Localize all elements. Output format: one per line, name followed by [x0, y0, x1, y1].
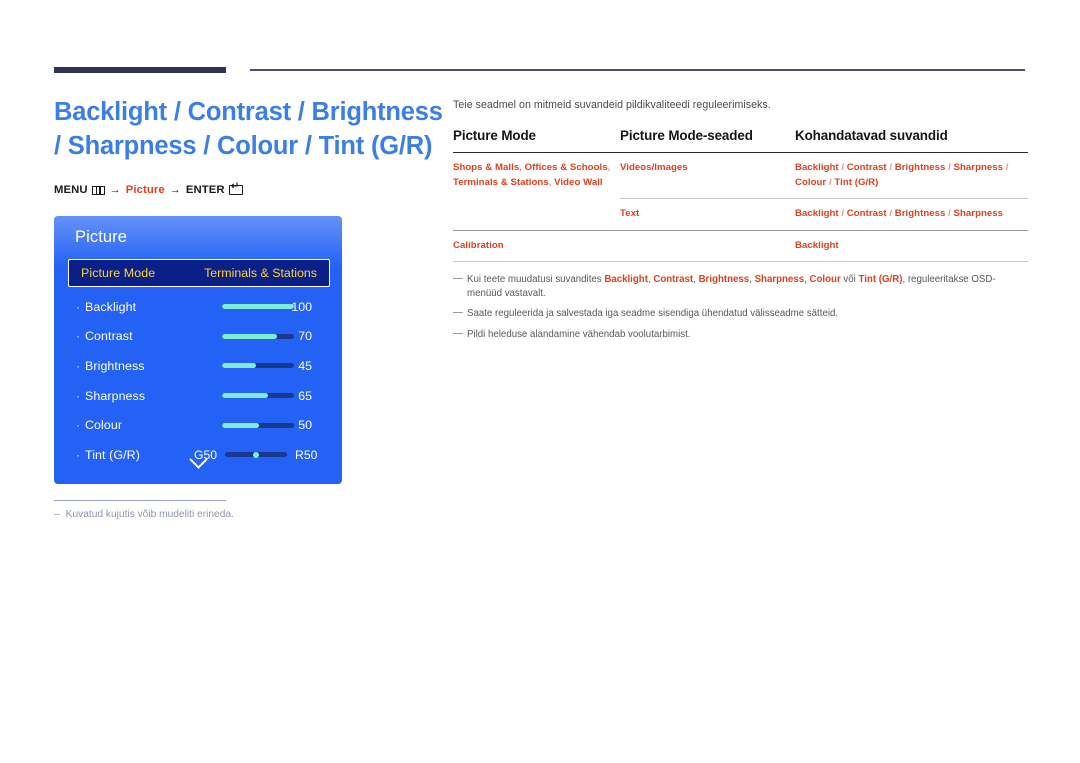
osd-item-sharpness-value: 65: [298, 388, 312, 403]
notes-list: — Kui teete muudatusi suvandites Backlig…: [453, 273, 1028, 341]
cell-adjustables: Backlight / Contrast / Brightness / Shar…: [795, 198, 1028, 230]
note-term: Contrast: [653, 274, 694, 285]
slider-fill: [222, 393, 269, 399]
bullet-icon: ·: [76, 329, 80, 344]
page-title: Backlight / Contrast / Brightness / Shar…: [54, 98, 443, 160]
left-note-text: Kuvatud kujutis võib mudeliti erineda.: [65, 509, 234, 520]
bullet-icon: ·: [76, 358, 80, 373]
osd-item-sharpness-label: Sharpness: [85, 388, 146, 403]
osd-item-picture-mode[interactable]: Picture Mode Terminals & Stations: [68, 259, 330, 287]
cell-modes-group: [453, 199, 620, 231]
cell-adjustables: Backlight: [795, 229, 1028, 262]
osd-item-backlight-value: 100: [291, 299, 312, 314]
slider-fill: [222, 333, 277, 339]
cell-modes-group: Shops & Malls, Offices & Schools, Termin…: [453, 162, 611, 188]
osd-scroll-more[interactable]: [54, 450, 342, 474]
osd-item-brightness-value: 45: [298, 358, 312, 373]
cell-adjustables: Backlight / Contrast / Brightness / Shar…: [795, 162, 1009, 188]
table-row: Shops & Malls, Offices & Schools, Termin…: [453, 153, 1028, 199]
osd-title: Picture: [75, 228, 128, 246]
note-dash: –: [54, 509, 60, 520]
page-root: Backlight / Contrast / Brightness / Shar…: [0, 0, 1080, 763]
breadcrumb-picture-label: Picture: [125, 184, 165, 196]
osd-item-picture-mode-value: Terminals & Stations: [204, 266, 317, 280]
osd-item-contrast-label: Contrast: [85, 329, 133, 344]
bullet-icon: ·: [76, 418, 80, 433]
note-term: Colour: [809, 274, 841, 285]
cell-mode-setting: Videos/Images: [620, 162, 688, 173]
breadcrumb-arrow-1: →: [109, 184, 121, 196]
osd-item-contrast-value: 70: [298, 329, 312, 344]
slider-fill: [222, 363, 256, 369]
osd-item-sharpness[interactable]: · Sharpness 65: [54, 381, 342, 411]
table-header-picture-mode-seaded: Picture Mode-seaded: [620, 128, 753, 143]
cell-modes-group: Calibration: [453, 229, 620, 262]
bullet-icon: ·: [76, 299, 80, 314]
osd-item-colour-value: 50: [298, 418, 312, 433]
osd-item-backlight-label: Backlight: [85, 299, 137, 314]
note-item: — Kui teete muudatusi suvandites Backlig…: [453, 273, 1028, 300]
note-item: — Saate reguleerida ja salvestada iga se…: [453, 307, 1028, 321]
osd-item-picture-mode-label: Picture Mode: [81, 266, 156, 280]
header-rule-thick: [54, 67, 226, 73]
breadcrumb-arrow-2: →: [169, 184, 181, 196]
breadcrumb-enter-label: ENTER: [185, 184, 225, 196]
note-text: Pildi heleduse alandamine vähendab voolu…: [467, 328, 691, 340]
right-column: Teie seadmel on mitmeid suvandeid pildik…: [453, 98, 1028, 348]
note-dash: —: [453, 307, 463, 319]
table-row: Calibration Backlight: [453, 229, 1028, 262]
osd-item-brightness-label: Brightness: [85, 358, 145, 373]
left-column: Backlight / Contrast / Brightness / Shar…: [54, 95, 454, 196]
note-item: — Pildi heleduse alandamine vähendab voo…: [453, 328, 1028, 342]
osd-item-list: Picture Mode Terminals & Stations · Back…: [54, 258, 342, 470]
note-text: Saate reguleerida ja salvestada iga sead…: [467, 308, 839, 320]
note-term: Backlight: [604, 274, 648, 285]
osd-picture-menu: Picture Picture Mode Terminals & Station…: [54, 216, 342, 484]
note-dash: —: [453, 327, 463, 339]
intro-text: Teie seadmel on mitmeid suvandeid pildik…: [453, 99, 771, 111]
breadcrumb-menu-label: MENU: [54, 184, 88, 196]
table-header-kohandatavad: Kohandatavad suvandid: [795, 128, 948, 143]
breadcrumb: MENU → Picture → ENTER: [54, 182, 454, 196]
osd-item-brightness[interactable]: · Brightness 45: [54, 351, 342, 381]
table-header-row: Picture Mode Picture Mode-seaded Kohanda…: [453, 128, 1028, 153]
cell-mode-setting: [620, 229, 795, 262]
picture-mode-table: Picture Mode Picture Mode-seaded Kohanda…: [453, 128, 1028, 262]
table-header-picture-mode: Picture Mode: [453, 128, 536, 143]
table-row: Text Backlight / Contrast / Brightness /…: [453, 198, 1028, 231]
note-term: Tint (G/R): [858, 274, 903, 285]
cell-mode-setting: Text: [620, 198, 795, 230]
header-rule-thin: [250, 69, 1025, 71]
left-note-rule: [54, 500, 226, 502]
menu-grid-icon: [91, 185, 105, 195]
left-note: – Kuvatud kujutis võib mudeliti erineda.: [54, 508, 384, 522]
osd-item-contrast[interactable]: · Contrast 70: [54, 322, 342, 352]
note-term: Brightness: [698, 274, 750, 285]
note-term: Sharpness: [754, 274, 805, 285]
note-text: Kui teete muudatusi suvandites Backlight…: [467, 274, 996, 299]
bullet-icon: ·: [76, 388, 80, 403]
osd-item-backlight[interactable]: · Backlight 100: [54, 292, 342, 322]
note-dash: —: [453, 273, 463, 284]
enter-key-icon: [228, 182, 243, 195]
slider-fill: [222, 422, 260, 428]
osd-item-colour[interactable]: · Colour 50: [54, 410, 342, 440]
osd-item-colour-label: Colour: [85, 418, 123, 433]
